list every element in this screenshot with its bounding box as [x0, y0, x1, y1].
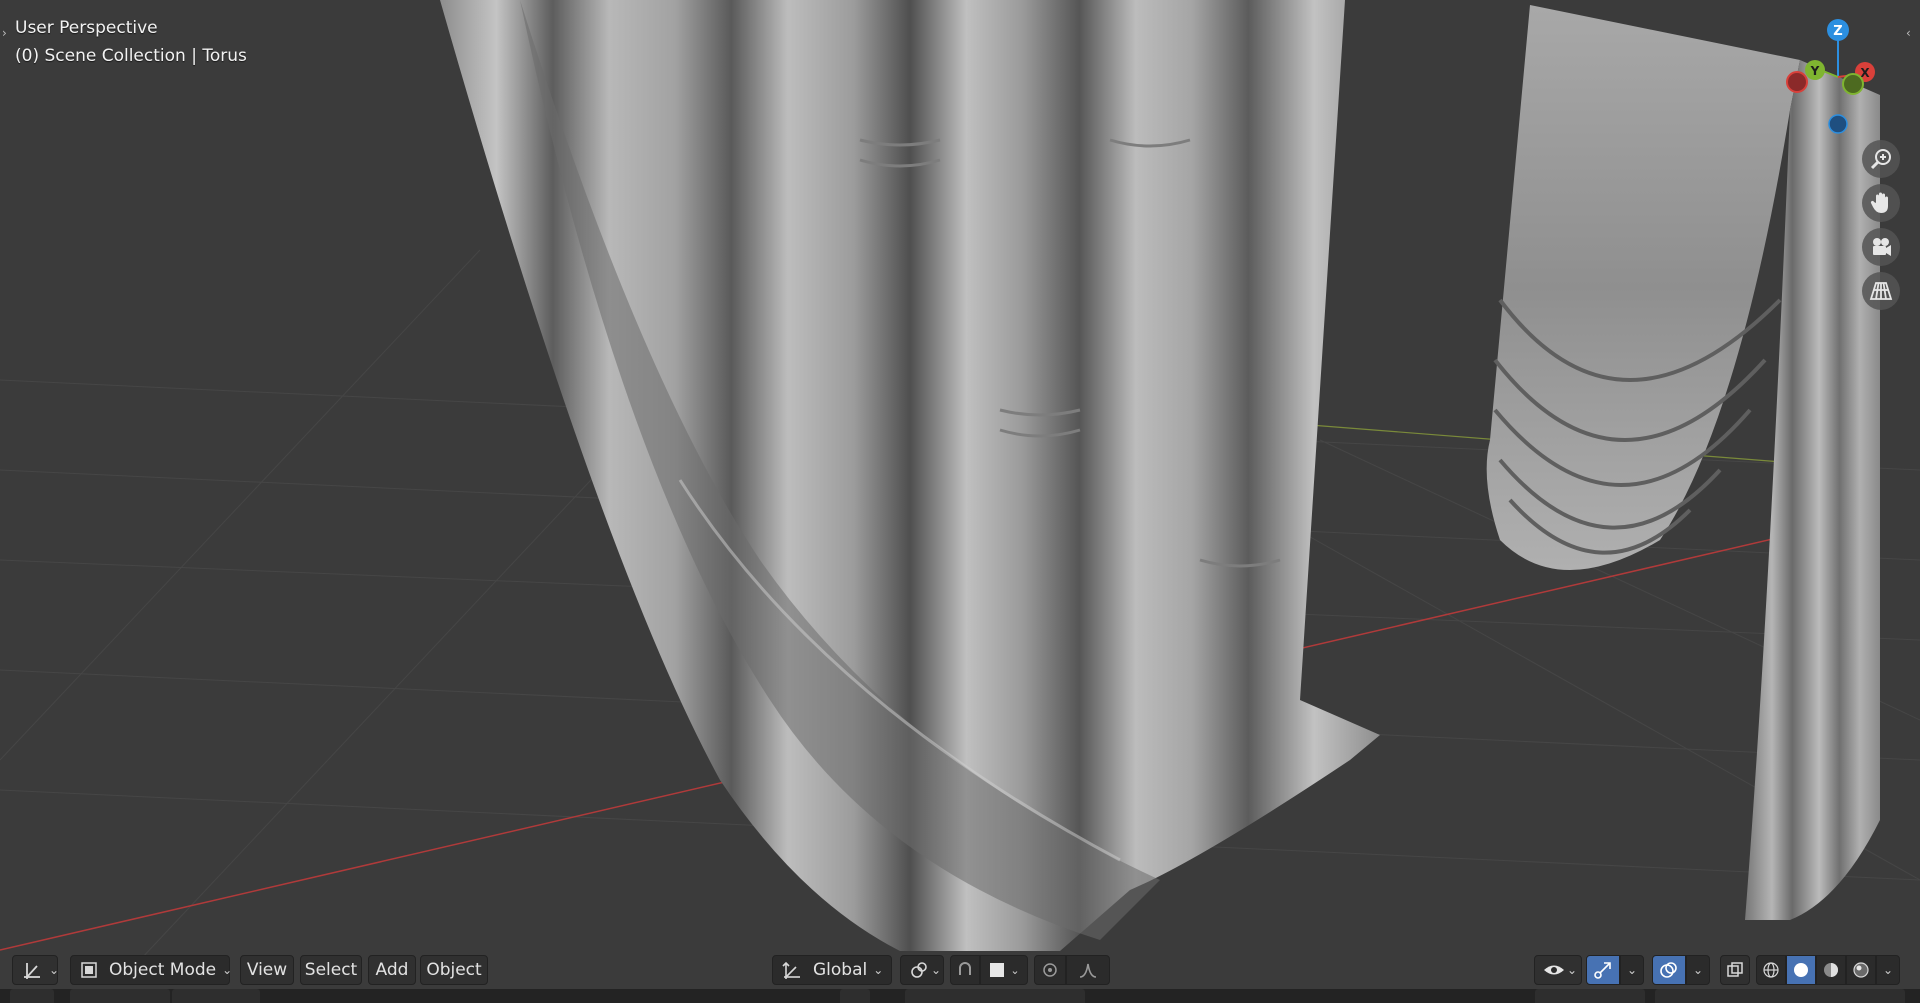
rendered-sphere-icon	[1852, 961, 1870, 979]
menu-add[interactable]: Add	[368, 955, 416, 985]
gizmo-y-label: Y	[1810, 64, 1820, 78]
solid-sphere-icon	[1792, 961, 1810, 979]
viewport-header: ⌄ Object Mode ⌄ View Select Add Object G…	[0, 951, 1920, 989]
gizmo-neg-y-axis[interactable]	[1842, 73, 1864, 95]
hand-pan-icon	[1869, 191, 1893, 215]
orientation-icon	[781, 960, 803, 980]
gizmo-z-label: Z	[1833, 24, 1842, 39]
chevron-down-icon: ⌄	[1010, 963, 1020, 977]
camera-icon	[1869, 235, 1893, 259]
perspective-toggle-button[interactable]	[1862, 272, 1900, 310]
timeline-control-tab[interactable]	[840, 989, 870, 1003]
pivot-point-selector[interactable]: ⌄	[900, 955, 944, 985]
3d-viewport[interactable]	[0, 0, 1920, 1003]
snap-target-selector[interactable]: ⌄	[980, 955, 1028, 985]
region-toggle-right-icon[interactable]: ‹	[1906, 26, 1911, 40]
overlays-toggle[interactable]	[1652, 955, 1686, 985]
snap-toggle[interactable]	[950, 955, 980, 985]
background-curtain	[1486, 5, 1880, 920]
zoom-button[interactable]	[1862, 140, 1900, 178]
chevron-down-icon: ⌄	[1882, 963, 1894, 977]
chevron-down-icon: ⌄	[49, 963, 60, 977]
camera-view-button[interactable]	[1862, 228, 1900, 266]
pan-button[interactable]	[1862, 184, 1900, 222]
timeline-range-fields[interactable]	[1655, 989, 1905, 1003]
shading-rendered[interactable]	[1846, 955, 1876, 985]
chevron-down-icon: ⌄	[873, 963, 884, 977]
shading-solid[interactable]	[1786, 955, 1816, 985]
eye-icon	[1543, 961, 1565, 979]
timeline-header-strip	[0, 989, 1920, 1003]
overlay-circles-icon	[1659, 960, 1679, 980]
navigation-gizmo[interactable]: Z Y X	[1780, 14, 1880, 134]
timeline-menu-tab[interactable]	[70, 989, 170, 1003]
proportional-editing-toggle[interactable]	[1034, 955, 1066, 985]
shading-wireframe[interactable]	[1756, 955, 1786, 985]
menu-view-label: View	[246, 960, 288, 980]
wireframe-sphere-icon	[1762, 961, 1780, 979]
gizmo-neg-z-axis[interactable]	[1828, 114, 1848, 134]
pivot-link-icon	[909, 960, 929, 980]
chevron-down-icon: ⌄	[222, 963, 233, 977]
chevron-down-icon: ⌄	[1567, 963, 1578, 977]
object-mode-icon	[79, 960, 99, 980]
falloff-curve-icon	[1078, 961, 1098, 979]
axes-icon	[21, 960, 43, 980]
view-name-label: User Perspective	[15, 18, 158, 38]
menu-object-label: Object	[426, 960, 482, 980]
proportional-circle-icon	[1041, 961, 1059, 979]
foreground-curtain	[440, 0, 1380, 951]
menu-add-label: Add	[375, 960, 409, 980]
chevron-down-icon: ⌄	[1692, 963, 1704, 977]
mode-selector[interactable]: Object Mode ⌄	[70, 955, 233, 985]
timeline-editor-tab[interactable]	[10, 989, 54, 1003]
overlays-dropdown[interactable]: ⌄	[1686, 955, 1710, 985]
menu-view[interactable]: View	[240, 955, 294, 985]
chevron-down-icon: ⌄	[1626, 963, 1638, 977]
visibility-selector[interactable]: ⌄	[1534, 955, 1582, 985]
snap-square-icon	[988, 961, 1006, 979]
xray-toggle[interactable]	[1720, 955, 1750, 985]
menu-select[interactable]: Select	[300, 955, 362, 985]
gizmo-toggle[interactable]	[1586, 955, 1620, 985]
menu-select-label: Select	[304, 960, 358, 980]
proportional-falloff-selector[interactable]	[1066, 955, 1110, 985]
timeline-menu-tab[interactable]	[172, 989, 260, 1003]
magnet-icon	[956, 961, 974, 979]
editor-type-selector[interactable]: ⌄	[12, 955, 60, 985]
timeline-playback-controls[interactable]	[905, 989, 1085, 1003]
shading-dropdown[interactable]: ⌄	[1876, 955, 1900, 985]
grid-perspective-icon	[1869, 279, 1893, 303]
zoom-icon	[1869, 147, 1893, 171]
xray-icon	[1726, 961, 1744, 979]
orientation-label: Global	[813, 960, 868, 980]
collection-info-label: (0) Scene Collection | Torus	[15, 46, 247, 66]
gizmo-neg-x-axis[interactable]	[1786, 71, 1808, 93]
timeline-frame-field[interactable]	[1535, 989, 1645, 1003]
gizmo-dropdown[interactable]: ⌄	[1620, 955, 1644, 985]
chevron-down-icon: ⌄	[931, 963, 942, 977]
transform-orientation-selector[interactable]: Global ⌄	[772, 955, 892, 985]
mode-label: Object Mode	[109, 960, 217, 980]
material-sphere-icon	[1822, 961, 1840, 979]
menu-object[interactable]: Object	[420, 955, 488, 985]
gizmo-arrow-icon	[1593, 960, 1613, 980]
shading-material[interactable]	[1816, 955, 1846, 985]
region-toggle-left-icon[interactable]: ›	[2, 26, 7, 40]
